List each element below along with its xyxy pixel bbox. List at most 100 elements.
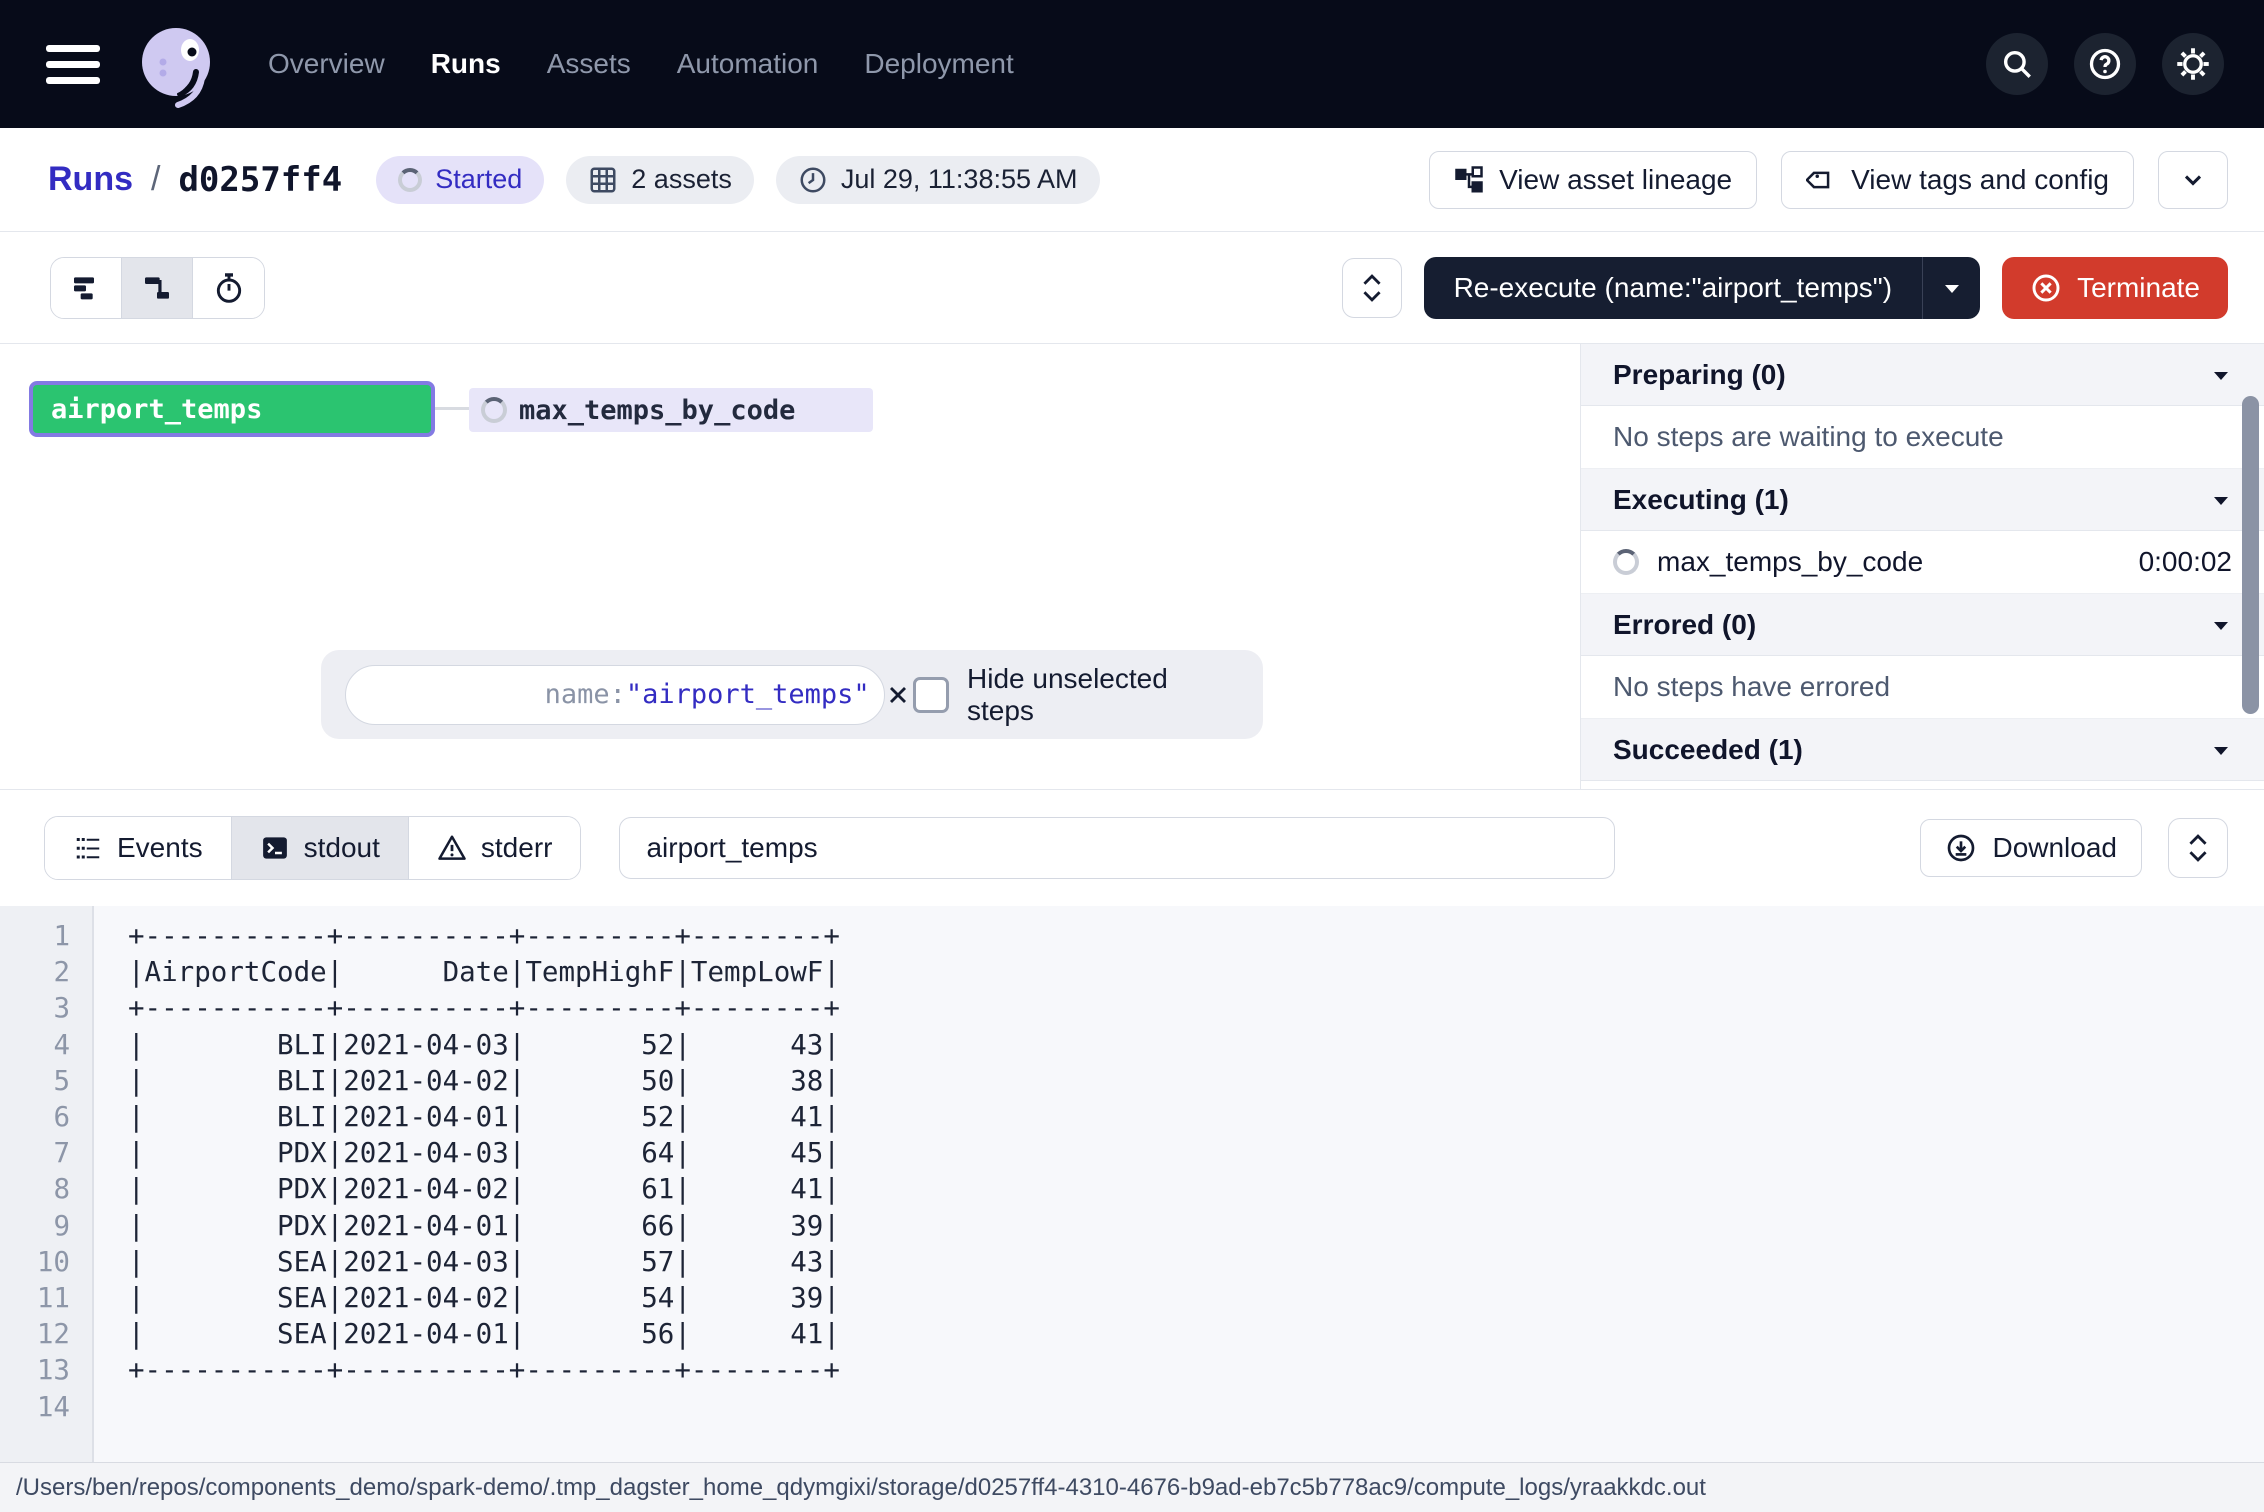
hide-unselected-steps-toggle[interactable]: Hide unselected steps: [913, 663, 1239, 727]
filter-query-prefix: name:: [545, 679, 626, 710]
log-line-text: | PDX|2021-04-01| 66| 39|: [128, 1210, 840, 1242]
hide-unselected-checkbox[interactable]: [913, 677, 949, 713]
log-line-number: 3: [0, 992, 70, 1024]
log-line-number: 6: [0, 1101, 70, 1133]
preparing-empty-row: No steps are waiting to execute: [1581, 406, 2264, 469]
log-line: 3+-----------+----------+---------+-----…: [0, 990, 2264, 1026]
spinner-icon: [481, 397, 507, 423]
close-icon: [884, 681, 912, 709]
log-line-text: | PDX|2021-04-03| 64| 45|: [128, 1137, 840, 1169]
cancel-circle-icon: [2030, 272, 2062, 304]
view-asset-lineage-button[interactable]: View asset lineage: [1429, 151, 1757, 209]
panel-scrollbar[interactable]: [2242, 396, 2259, 714]
search-button[interactable]: [1986, 33, 2048, 95]
hide-unselected-label: Hide unselected steps: [967, 663, 1239, 727]
tab-stderr[interactable]: stderr: [409, 817, 581, 879]
breadcrumb-separator: /: [151, 160, 160, 199]
log-line-number: 11: [0, 1282, 70, 1314]
log-line: 9 | PDX|2021-04-01| 66| 39|: [0, 1208, 2264, 1244]
clear-filter-button[interactable]: [884, 681, 912, 709]
view-timer-button[interactable]: [193, 258, 264, 318]
log-line: 11| SEA|2021-04-02| 54| 39|: [0, 1280, 2264, 1316]
view-tags-config-button[interactable]: View tags and config: [1781, 151, 2134, 209]
log-line-text: | SEA|2021-04-01| 56| 41|: [128, 1318, 840, 1350]
assets-count-badge[interactable]: 2 assets: [566, 156, 754, 204]
nav-item-overview[interactable]: Overview: [268, 48, 385, 80]
panel-section-errored[interactable]: Errored (0): [1581, 594, 2264, 656]
chevron-up-icon: [1361, 274, 1383, 287]
view-waterfall-gantt-button[interactable]: [122, 258, 193, 318]
log-line-text: | BLI|2021-04-03| 52| 43|: [128, 1029, 840, 1061]
help-icon: [2087, 46, 2123, 82]
filter-query-value: "airport_temps": [626, 679, 870, 710]
expand-log-panel-control[interactable]: [2168, 818, 2228, 878]
errored-empty-row: No steps have errored: [1581, 656, 2264, 719]
zoom-fit-control[interactable]: [1342, 258, 1402, 318]
dagster-logo-icon[interactable]: [130, 18, 222, 110]
log-line-number: 9: [0, 1210, 70, 1242]
step-node-airport-temps[interactable]: airport_temps: [29, 381, 435, 437]
log-line: 10| SEA|2021-04-03| 57| 43|: [0, 1244, 2264, 1280]
log-line-text: |AirportCode| Date|TempHighF|TempLowF|: [128, 956, 840, 988]
log-line: 7 | PDX|2021-04-03| 64| 45|: [0, 1135, 2264, 1171]
spinner-icon: [398, 168, 422, 192]
log-line-number: 7: [0, 1137, 70, 1169]
run-header: Runs / d0257ff4 Started 2 assets Jul 29,…: [0, 128, 2264, 232]
help-button[interactable]: [2074, 33, 2136, 95]
gantt-view-switcher: [50, 257, 265, 319]
warning-triangle-icon: [437, 833, 467, 863]
download-log-button[interactable]: Download: [1920, 819, 2142, 877]
chevron-down-icon: [1361, 289, 1383, 302]
reexecute-button-main[interactable]: Re-execute (name:"airport_temps"): [1424, 257, 1923, 319]
step-filter-bar: name:"airport_temps" Hide unselected ste…: [321, 650, 1263, 739]
logs-tab-group: Events stdout stderr: [44, 816, 581, 880]
log-step-selector-input[interactable]: [619, 817, 1615, 879]
breadcrumb-runs-link[interactable]: Runs: [48, 160, 133, 199]
chevron-down-icon: [2179, 166, 2207, 194]
view-flat-gantt-button[interactable]: [51, 258, 122, 318]
nav-item-runs[interactable]: Runs: [431, 48, 501, 80]
tab-stdout[interactable]: stdout: [232, 817, 409, 879]
log-file-path: /Users/ben/repos/components_demo/spark-d…: [16, 1474, 1706, 1502]
step-filter-input[interactable]: name:"airport_temps": [345, 665, 885, 725]
tag-icon: [1806, 165, 1836, 195]
nav-item-automation[interactable]: Automation: [677, 48, 819, 80]
grid-icon: [588, 165, 618, 195]
reexecute-dropdown-toggle[interactable]: [1922, 257, 1980, 319]
terminate-button[interactable]: Terminate: [2002, 257, 2228, 319]
log-line: 12| SEA|2021-04-01| 56| 41|: [0, 1316, 2264, 1352]
more-actions-button[interactable]: [2158, 151, 2228, 209]
step-elapsed-time: 0:00:02: [2139, 546, 2232, 578]
panel-section-preparing[interactable]: Preparing (0): [1581, 344, 2264, 406]
stdout-log-viewer[interactable]: 1+-----------+----------+---------+-----…: [0, 906, 2264, 1462]
executing-step-row[interactable]: max_temps_by_code 0:00:02: [1581, 531, 2264, 594]
step-name: max_temps_by_code: [1657, 546, 1923, 578]
spinner-icon: [1613, 549, 1639, 575]
step-node-max-temps-by-code[interactable]: max_temps_by_code: [469, 388, 873, 432]
chevron-down-icon: [2187, 849, 2209, 862]
log-line-number: 8: [0, 1173, 70, 1205]
run-steps-panel: Preparing (0) No steps are waiting to ex…: [1580, 344, 2264, 789]
run-id: d0257ff4: [178, 160, 342, 200]
panel-section-succeeded[interactable]: Succeeded (1): [1581, 719, 2264, 781]
nav-item-deployment[interactable]: Deployment: [864, 48, 1013, 80]
run-status-badge: Started: [376, 156, 544, 204]
run-toolbar: Re-execute (name:"airport_temps") Termin…: [0, 232, 2264, 344]
tab-events[interactable]: Events: [45, 817, 232, 879]
settings-button[interactable]: [2162, 33, 2224, 95]
log-line-number: 14: [0, 1391, 70, 1423]
terminal-icon: [260, 833, 290, 863]
caret-down-icon: [2210, 743, 2232, 757]
caret-down-icon: [2210, 618, 2232, 632]
nav-item-assets[interactable]: Assets: [547, 48, 631, 80]
log-lines: 1+-----------+----------+---------+-----…: [0, 918, 2264, 1425]
hamburger-menu-icon[interactable]: [46, 45, 100, 84]
gantt-graph-area: airport_temps max_temps_by_code name:"ai…: [0, 344, 1580, 789]
download-icon: [1945, 832, 1977, 864]
reexecute-button: Re-execute (name:"airport_temps"): [1424, 257, 1981, 319]
step-edge: [435, 407, 471, 410]
search-icon: [2000, 47, 2034, 81]
panel-section-executing[interactable]: Executing (1): [1581, 469, 2264, 531]
log-line-number: 13: [0, 1354, 70, 1386]
log-line: 2|AirportCode| Date|TempHighF|TempLowF|: [0, 954, 2264, 990]
